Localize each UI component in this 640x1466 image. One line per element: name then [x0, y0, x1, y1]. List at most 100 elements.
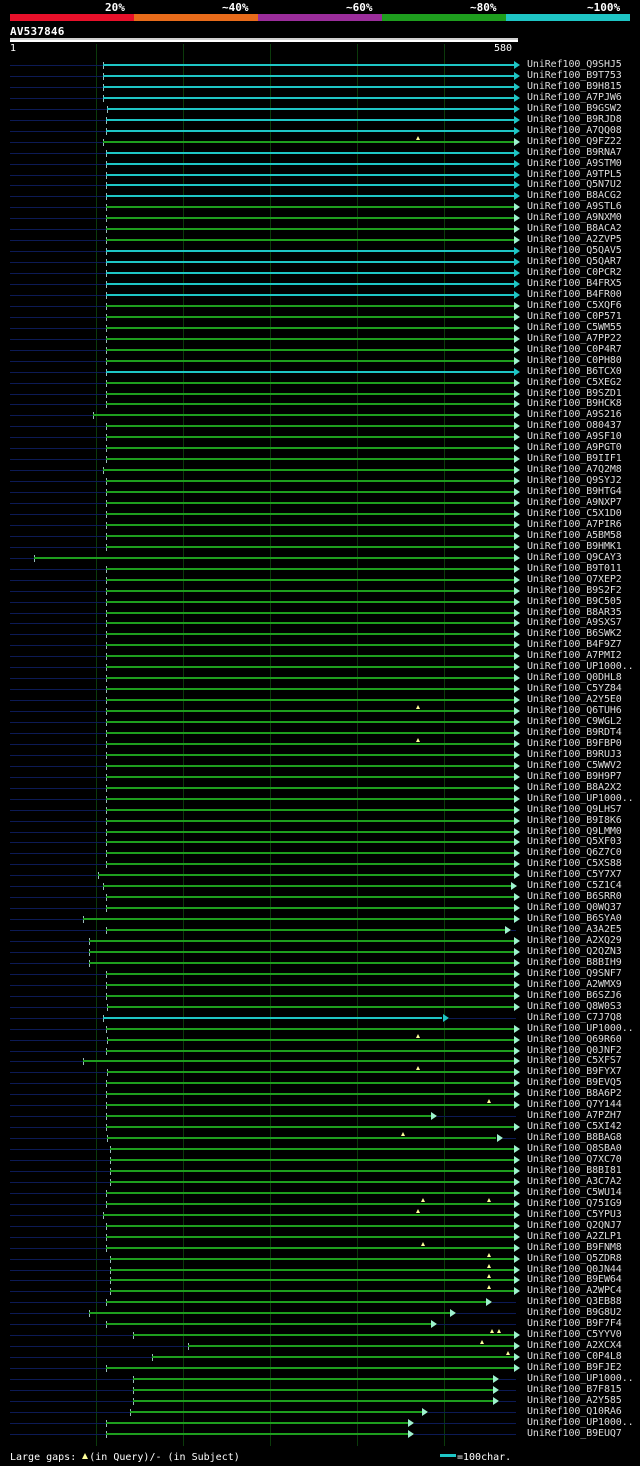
hit-label[interactable]: UniRef100_B9IIF1	[527, 453, 622, 464]
hit-label[interactable]: UniRef100_C5YZ84	[527, 683, 622, 694]
hit-label[interactable]: UniRef100_B9FJE2	[527, 1362, 622, 1373]
hit-label[interactable]: UniRef100_C5YPU3	[527, 1209, 622, 1220]
hit-label[interactable]: UniRef100_A7Q2M8	[527, 464, 622, 475]
hit-label[interactable]: UniRef100_C5XI42	[527, 1121, 622, 1132]
hit-label[interactable]: UniRef100_B6SZJ6	[527, 990, 622, 1001]
hit-label[interactable]: UniRef100_C7J7Q8	[527, 1012, 622, 1023]
hit-label[interactable]: UniRef100_Q2QNJ7	[527, 1220, 622, 1231]
hit-label[interactable]: UniRef100_B8A6P2	[527, 1088, 622, 1099]
hit-label[interactable]: UniRef100_A2Y585	[527, 1395, 622, 1406]
hit-label[interactable]: UniRef100_Q5QAR7	[527, 256, 622, 267]
hit-label[interactable]: UniRef100_B9EVQ5	[527, 1077, 622, 1088]
hit-label[interactable]: UniRef100_Q6Z7C0	[527, 847, 622, 858]
hit-label[interactable]: UniRef100_B6SWK2	[527, 628, 622, 639]
hit-label[interactable]: UniRef100_A3A2E5	[527, 924, 622, 935]
hit-label[interactable]: UniRef100_C5WU14	[527, 1187, 622, 1198]
hit-label[interactable]: UniRef100_C0P4R7	[527, 344, 622, 355]
hit-label[interactable]: UniRef100_A5BM58	[527, 530, 622, 541]
hit-label[interactable]: UniRef100_C5XEG2	[527, 377, 622, 388]
hit-label[interactable]: UniRef100_Q9LHS7	[527, 804, 622, 815]
hit-label[interactable]: UniRef100_Q0WQ37	[527, 902, 622, 913]
hit-label[interactable]: UniRef100_B8BAG8	[527, 1132, 622, 1143]
hit-label[interactable]: UniRef100_C5XQF6	[527, 300, 622, 311]
hit-label[interactable]: UniRef100_B6TCX0	[527, 366, 622, 377]
hit-label[interactable]: UniRef100_Q9SYJ2	[527, 475, 622, 486]
hit-label[interactable]: UniRef100_A2WMX9	[527, 979, 622, 990]
hit-label[interactable]: UniRef100_B9FYX7	[527, 1066, 622, 1077]
hit-label[interactable]: UniRef100_A3C7A2	[527, 1176, 622, 1187]
hit-label[interactable]: UniRef100_A7PP22	[527, 333, 622, 344]
hit-label[interactable]: UniRef100_UP1000..	[527, 1023, 634, 1034]
hit-label[interactable]: UniRef100_Q5QAV5	[527, 245, 622, 256]
hit-label[interactable]: UniRef100_Q2QZN3	[527, 946, 622, 957]
hit-label[interactable]: UniRef100_C5XS88	[527, 858, 622, 869]
hit-label[interactable]: UniRef100_UP1000..	[527, 1417, 634, 1428]
hit-label[interactable]: UniRef100_UP1000..	[527, 661, 634, 672]
hit-label[interactable]: UniRef100_B8ACA2	[527, 223, 622, 234]
hit-label[interactable]: UniRef100_Q9SHJ5	[527, 59, 622, 70]
hit-label[interactable]: UniRef100_Q6TUH6	[527, 705, 622, 716]
hit-label[interactable]: UniRef100_C0PCR2	[527, 267, 622, 278]
hit-label[interactable]: UniRef100_B4FR00	[527, 289, 622, 300]
hit-label[interactable]: UniRef100_B7F815	[527, 1384, 622, 1395]
hit-label[interactable]: UniRef100_Q8SBA0	[527, 1143, 622, 1154]
hit-label[interactable]: UniRef100_C0P4L8	[527, 1351, 622, 1362]
hit-label[interactable]: UniRef100_A9NXM0	[527, 212, 622, 223]
hit-label[interactable]: UniRef100_A7PMI2	[527, 650, 622, 661]
hit-label[interactable]: UniRef100_C5Z1C4	[527, 880, 622, 891]
hit-label[interactable]: UniRef100_A7PIR6	[527, 519, 622, 530]
hit-label[interactable]: UniRef100_B9GSW2	[527, 103, 622, 114]
hit-label[interactable]: UniRef100_A9STM0	[527, 158, 622, 169]
hit-label[interactable]: UniRef100_UP1000..	[527, 793, 634, 804]
hit-label[interactable]: UniRef100_A9SF10	[527, 431, 622, 442]
hit-label[interactable]: UniRef100_A2ZVP5	[527, 234, 622, 245]
hit-label[interactable]: UniRef100_C5XFS7	[527, 1055, 622, 1066]
hit-label[interactable]: UniRef100_A2ZLP1	[527, 1231, 622, 1242]
hit-label[interactable]: UniRef100_A9S216	[527, 409, 622, 420]
hit-label[interactable]: UniRef100_A9STL6	[527, 201, 622, 212]
hit-label[interactable]: UniRef100_B9S2F2	[527, 585, 622, 596]
hit-label[interactable]: UniRef100_A7PJW6	[527, 92, 622, 103]
hit-label[interactable]: UniRef100_Q8W0S3	[527, 1001, 622, 1012]
hit-label[interactable]: UniRef100_B8BIH9	[527, 957, 622, 968]
hit-label[interactable]: UniRef100_B8ACG2	[527, 190, 622, 201]
hit-label[interactable]: UniRef100_C0P571	[527, 311, 622, 322]
hit-label[interactable]: UniRef100_Q9CAY3	[527, 552, 622, 563]
hit-label[interactable]: UniRef100_A2Y5E0	[527, 694, 622, 705]
hit-label[interactable]: UniRef100_A9PGT0	[527, 442, 622, 453]
hit-label[interactable]: UniRef100_B9RUJ3	[527, 749, 622, 760]
hit-label[interactable]: UniRef100_B9F7F4	[527, 1318, 622, 1329]
hit-label[interactable]: UniRef100_A2XCX4	[527, 1340, 622, 1351]
hit-label[interactable]: UniRef100_B9C505	[527, 596, 622, 607]
hit-label[interactable]: UniRef100_Q69R60	[527, 1034, 622, 1045]
hit-label[interactable]: UniRef100_UP1000..	[527, 1373, 634, 1384]
hit-label[interactable]: UniRef100_B4F9Z7	[527, 639, 622, 650]
hit-label[interactable]: UniRef100_C5WM55	[527, 322, 622, 333]
hit-label[interactable]: UniRef100_Q9SNF7	[527, 968, 622, 979]
hit-label[interactable]: UniRef100_C5Y7X7	[527, 869, 622, 880]
hit-label[interactable]: UniRef100_Q7XC70	[527, 1154, 622, 1165]
hit-label[interactable]: UniRef100_C5X1D0	[527, 508, 622, 519]
hit-label[interactable]: UniRef100_A2XQ29	[527, 935, 622, 946]
hit-label[interactable]: UniRef100_B9G8U2	[527, 1307, 622, 1318]
hit-label[interactable]: UniRef100_B9I8K6	[527, 815, 622, 826]
hit-label[interactable]: UniRef100_B4FRX5	[527, 278, 622, 289]
hit-label[interactable]: UniRef100_B9RNA7	[527, 147, 622, 158]
hit-label[interactable]: UniRef100_B9FNM8	[527, 1242, 622, 1253]
hit-label[interactable]: UniRef100_B9RDT4	[527, 727, 622, 738]
hit-label[interactable]: UniRef100_Q7Y144	[527, 1099, 622, 1110]
hit-label[interactable]: UniRef100_B9EUQ7	[527, 1428, 622, 1439]
hit-label[interactable]: UniRef100_B6SRR0	[527, 891, 622, 902]
hit-label[interactable]: UniRef100_Q9FZ22	[527, 136, 622, 147]
hit-label[interactable]: UniRef100_Q3EB88	[527, 1296, 622, 1307]
hit-label[interactable]: UniRef100_Q7XEP2	[527, 574, 622, 585]
hit-label[interactable]: UniRef100_B9HCK8	[527, 398, 622, 409]
hit-label[interactable]: UniRef100_B9H9P7	[527, 771, 622, 782]
hit-label[interactable]: UniRef100_Q5N7U2	[527, 179, 622, 190]
hit-label[interactable]: UniRef100_C5YYV0	[527, 1329, 622, 1340]
hit-label[interactable]: UniRef100_Q0DHL8	[527, 672, 622, 683]
hit-label[interactable]: UniRef100_B9H815	[527, 81, 622, 92]
hit-label[interactable]: UniRef100_C0PH80	[527, 355, 622, 366]
hit-label[interactable]: UniRef100_O80437	[527, 420, 622, 431]
hit-label[interactable]: UniRef100_B9T011	[527, 563, 622, 574]
